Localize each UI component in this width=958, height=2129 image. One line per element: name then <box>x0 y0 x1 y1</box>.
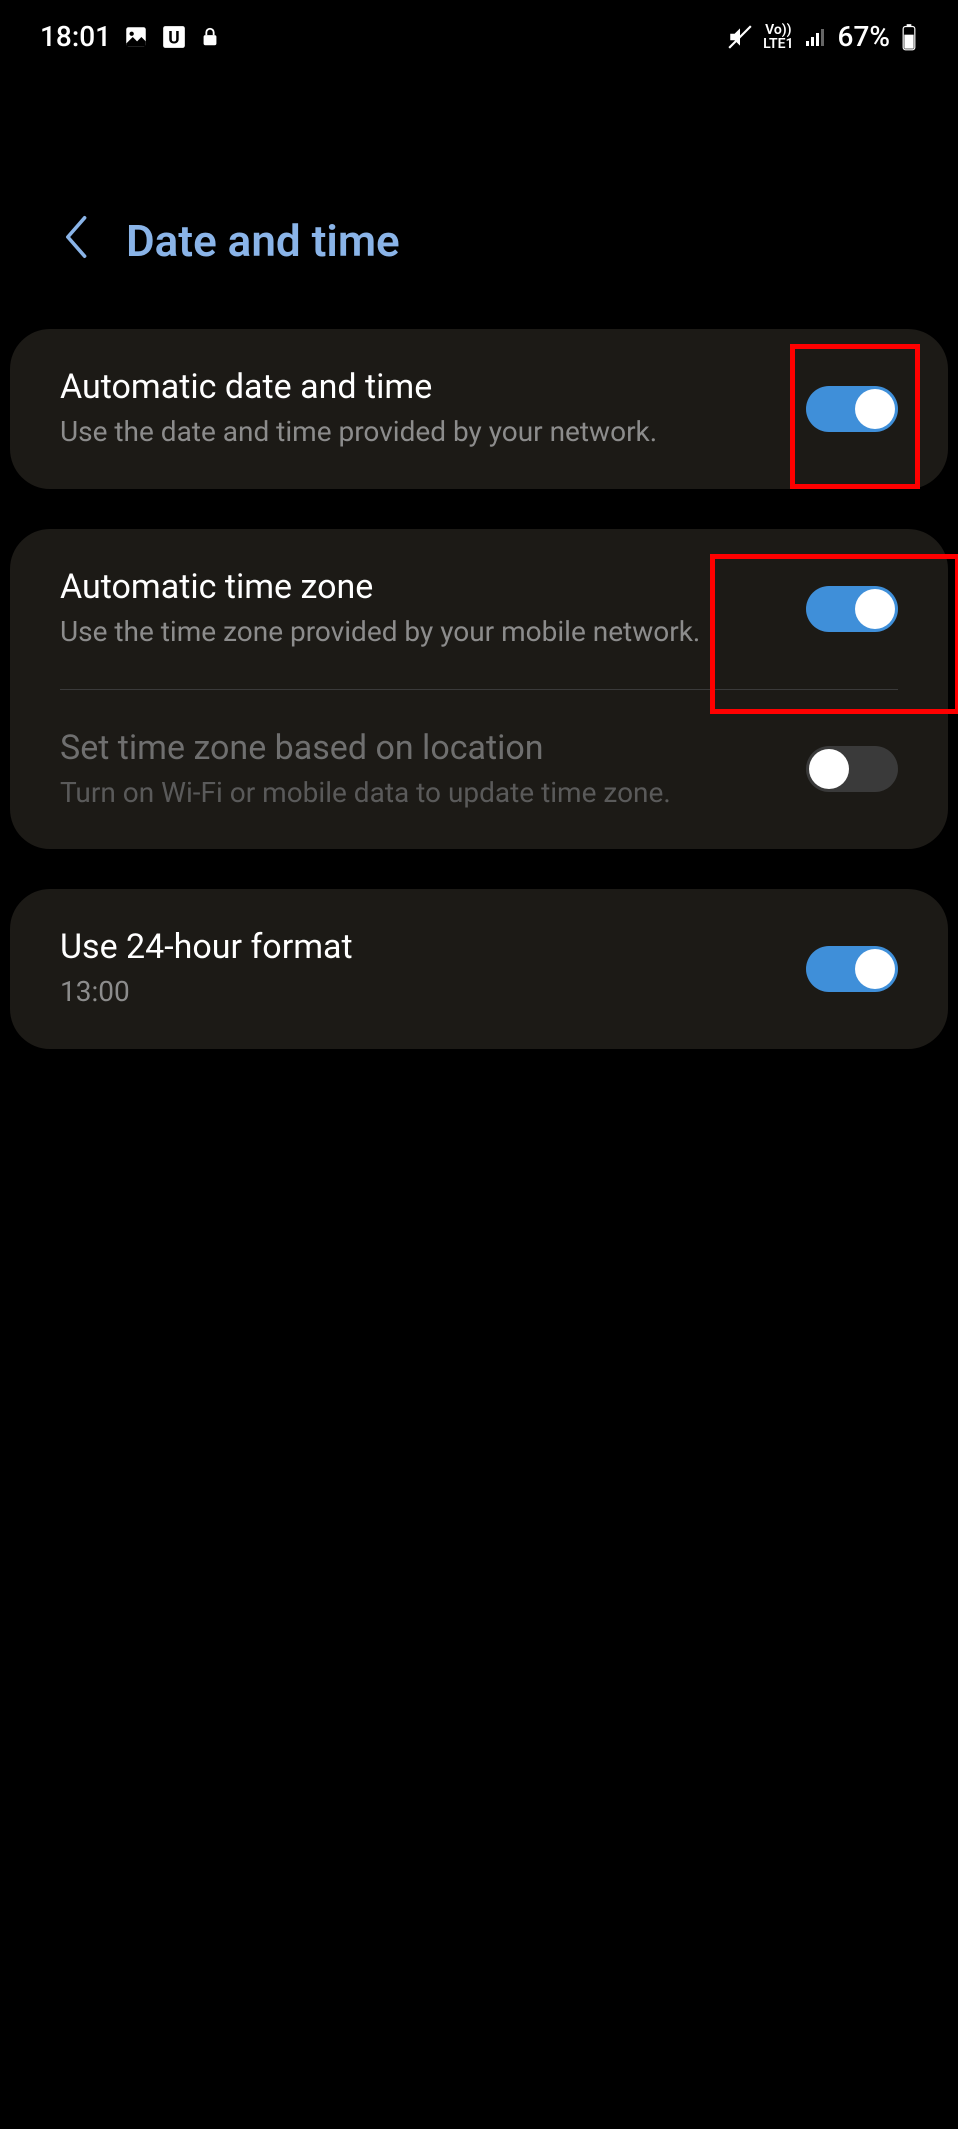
toggle-location-timezone <box>806 746 898 792</box>
row-location-timezone: Set time zone based on location Turn on … <box>10 690 948 850</box>
status-time: 18:01 <box>40 20 111 53</box>
status-left: 18:01 U <box>40 20 221 53</box>
row-title: Automatic date and time <box>60 367 776 407</box>
row-title: Set time zone based on location <box>60 728 776 768</box>
status-bar: 18:01 U Vo))LTE1 67% <box>0 0 958 73</box>
row-title: Automatic time zone <box>60 567 776 607</box>
row-24hour[interactable]: Use 24-hour format 13:00 <box>10 889 948 1049</box>
row-auto-datetime[interactable]: Automatic date and time Use the date and… <box>10 329 948 489</box>
toggle-auto-datetime[interactable] <box>806 386 898 432</box>
image-icon <box>123 24 149 50</box>
row-subtitle: Use the time zone provided by your mobil… <box>60 613 776 651</box>
row-title: Use 24-hour format <box>60 927 776 967</box>
page-header: Date and time <box>0 73 958 329</box>
mute-icon <box>727 24 753 50</box>
lock-icon <box>199 24 221 50</box>
row-text: Automatic time zone Use the time zone pr… <box>60 567 776 651</box>
row-text: Set time zone based on location Turn on … <box>60 728 776 812</box>
row-subtitle: Use the date and time provided by your n… <box>60 413 776 451</box>
toggle-24hour[interactable] <box>806 946 898 992</box>
row-subtitle: Turn on Wi-Fi or mobile data to update t… <box>60 774 776 812</box>
toggle-auto-timezone[interactable] <box>806 586 898 632</box>
page-title: Date and time <box>126 215 400 267</box>
card-timezone: Automatic time zone Use the time zone pr… <box>10 529 948 850</box>
u-icon: U <box>161 24 187 50</box>
row-auto-timezone[interactable]: Automatic time zone Use the time zone pr… <box>10 529 948 689</box>
card-24hour: Use 24-hour format 13:00 <box>10 889 948 1049</box>
battery-icon <box>900 23 918 51</box>
back-button[interactable] <box>60 213 90 269</box>
toggle-knob <box>855 389 895 429</box>
battery-percent: 67% <box>838 20 890 53</box>
svg-text:U: U <box>168 28 179 48</box>
status-right: Vo))LTE1 67% <box>727 20 918 53</box>
toggle-knob <box>855 589 895 629</box>
toggle-knob <box>855 949 895 989</box>
volte-icon: Vo))LTE1 <box>763 23 793 51</box>
signal-icon <box>804 25 828 49</box>
card-auto-datetime: Automatic date and time Use the date and… <box>10 329 948 489</box>
row-text: Use 24-hour format 13:00 <box>60 927 776 1011</box>
toggle-knob <box>809 749 849 789</box>
row-subtitle: 13:00 <box>60 973 776 1011</box>
row-text: Automatic date and time Use the date and… <box>60 367 776 451</box>
